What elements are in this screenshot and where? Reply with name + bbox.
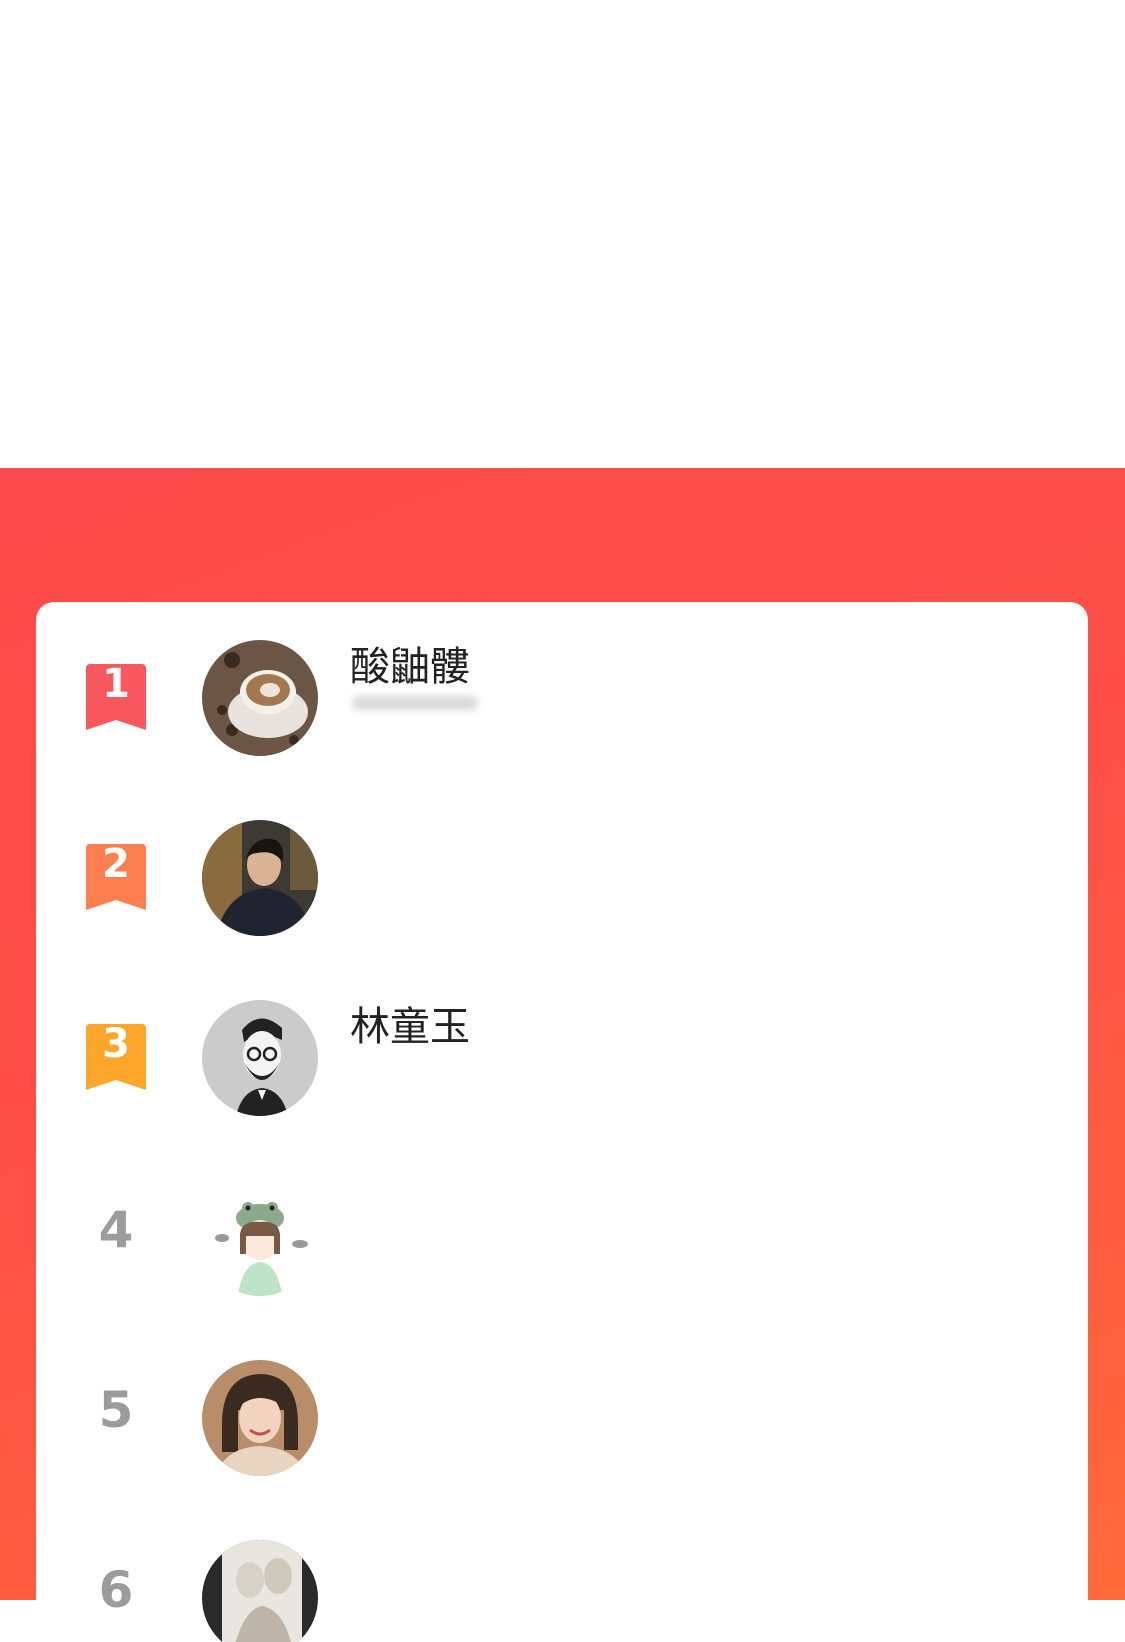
- bearded-man-illustration-avatar[interactable]: [202, 1000, 318, 1116]
- leaderboard-row[interactable]: 5: [36, 1322, 1088, 1502]
- leaderboard-row[interactable]: 1 酸鼬髏: [36, 602, 1088, 782]
- leaderboard-row[interactable]: 4: [36, 1142, 1088, 1322]
- frog-hat-girl-cartoon-avatar[interactable]: [202, 1180, 318, 1296]
- user-name: 酸鼬髏: [350, 644, 470, 690]
- smiling-woman-avatar[interactable]: [202, 1360, 318, 1476]
- leaderboard-row[interactable]: 6: [36, 1502, 1088, 1642]
- user-name: 林童玉: [350, 1004, 470, 1050]
- rank-number: 2: [102, 841, 130, 887]
- top-blank-area: [0, 0, 1125, 468]
- rank-number: 3: [102, 1021, 130, 1067]
- coffee-cup-avatar[interactable]: [202, 640, 318, 756]
- rank-ribbon-badge: 3: [86, 1021, 146, 1090]
- rank-number: 6: [98, 1561, 134, 1619]
- rank-number: 1: [102, 661, 130, 707]
- leaderboard-row[interactable]: 2: [36, 782, 1088, 962]
- man-in-dark-sweater-avatar[interactable]: [202, 820, 318, 936]
- leaderboard-row[interactable]: 3 林童玉: [36, 962, 1088, 1142]
- blurred-subtitle: [352, 696, 478, 710]
- rank-number: 5: [98, 1381, 134, 1439]
- rank-ribbon-badge: 1: [86, 661, 146, 730]
- leaderboard-card: 1 酸鼬髏 2 3 林童玉 4 5 6: [36, 602, 1088, 1642]
- sketch-portrait-avatar[interactable]: [202, 1540, 318, 1642]
- rank-ribbon-badge: 2: [86, 841, 146, 910]
- rank-number: 4: [98, 1201, 134, 1259]
